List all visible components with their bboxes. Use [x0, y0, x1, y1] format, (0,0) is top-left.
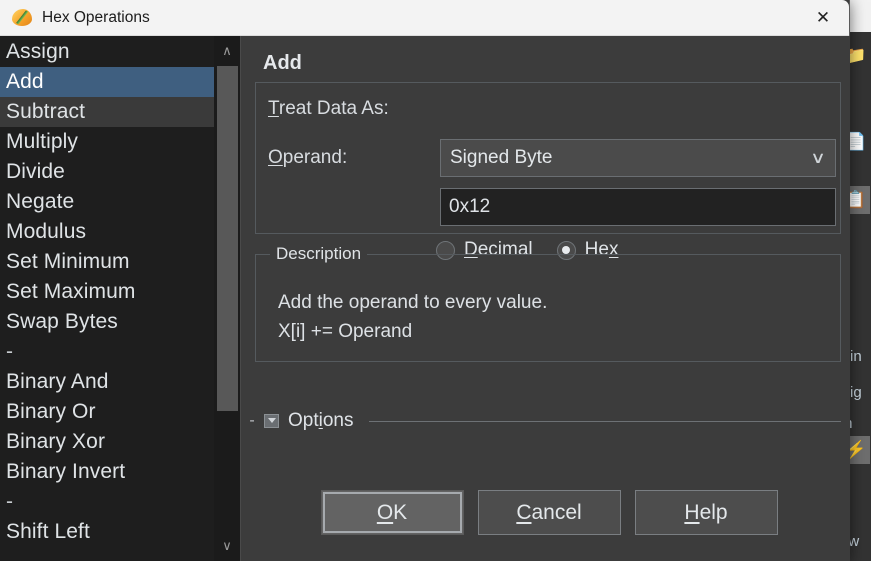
description-group: Description Add the operand to every val… [255, 244, 841, 362]
list-item-label: Modulus [6, 220, 87, 243]
operand-input[interactable] [440, 188, 836, 226]
cancel-accel: C [516, 500, 532, 524]
operations-list[interactable]: Assign Add Subtract Multiply Divide Negate Mod… [0, 36, 214, 561]
list-item[interactable]: - [0, 487, 214, 517]
list-item[interactable]: Swap Bytes [0, 307, 214, 337]
dialog-content: Assign Add Subtract Multiply Divide Negate Mod… [0, 36, 850, 561]
list-item-label: Binary Xor [6, 430, 106, 453]
options-divider [368, 420, 841, 422]
list-item-label: Binary Or [6, 400, 96, 423]
list-item[interactable]: Shift Left [0, 517, 214, 547]
treat-data-as-accel: T [268, 98, 279, 119]
operand-accel: O [268, 147, 283, 168]
list-item-label: - [6, 490, 14, 513]
list-item[interactable]: Negate [0, 187, 214, 217]
hex-operations-icon [11, 7, 33, 29]
list-item-label: Divide [6, 160, 65, 183]
list-item-label: Multiply [6, 130, 78, 153]
ok-accel: O [376, 500, 394, 524]
scrollbar-thumb[interactable] [217, 66, 238, 411]
list-item-label: Binary Invert [6, 460, 126, 483]
dialog-title: Hex Operations [42, 8, 150, 26]
list-item[interactable]: Set Maximum [0, 277, 214, 307]
options-label: Options [286, 410, 362, 432]
description-line-2: X[i] += Operand [278, 321, 413, 342]
operand-label: Operand: [268, 147, 347, 169]
options-section-header[interactable]: - Options [247, 408, 841, 434]
list-item[interactable]: Binary Or [0, 397, 214, 427]
list-item[interactable]: Add [0, 67, 214, 97]
ok-button[interactable]: OK [320, 490, 464, 535]
help-button[interactable]: Help [634, 490, 778, 535]
close-icon[interactable]: ✕ [797, 0, 849, 36]
list-item-label: Binary And [6, 370, 109, 393]
list-item[interactable]: Binary Invert [0, 457, 214, 487]
treat-data-as-label-rest: reat Data As: [278, 98, 389, 119]
page-title: Add [263, 52, 302, 74]
options-label-pre: Opt [288, 410, 319, 431]
list-item-label: Subtract [6, 100, 86, 123]
list-item-label: Set Maximum [6, 280, 136, 303]
treat-data-as-select[interactable]: Signed Byte ∨ [440, 139, 836, 177]
dialog-button-row: O K Cancel Help [241, 490, 851, 535]
collapse-minus-icon[interactable]: - [247, 412, 257, 430]
list-item-label: Negate [6, 190, 75, 213]
list-item-label: Set Minimum [6, 250, 130, 273]
scroll-down-icon[interactable]: ∨ [214, 531, 240, 561]
list-item[interactable]: Binary And [0, 367, 214, 397]
list-item-label: Shift Left [6, 520, 90, 543]
operand-label-rest: perand: [282, 147, 348, 168]
operations-list-scrollbar[interactable]: ∧ ∨ [214, 36, 240, 561]
list-item[interactable]: - [0, 337, 214, 367]
list-item-label: Swap Bytes [6, 310, 118, 333]
operations-list-pane: Assign Add Subtract Multiply Divide Negate Mod… [0, 36, 241, 561]
list-item[interactable]: Divide [0, 157, 214, 187]
operand-row: Operand: [268, 147, 347, 169]
list-item[interactable]: Subtract [0, 97, 214, 127]
list-item[interactable]: Set Minimum [0, 247, 214, 277]
treat-data-as-label: Treat Data As: [268, 98, 389, 120]
ok-label-post: K [393, 500, 408, 524]
list-item-label: Assign [6, 40, 70, 63]
list-item[interactable]: Assign [0, 37, 214, 67]
cancel-label-post: ancel [531, 500, 582, 524]
chevron-down-icon: ∨ [810, 150, 826, 167]
help-label-post: elp [699, 500, 728, 524]
list-item[interactable]: Multiply [0, 127, 214, 157]
operation-form-pane: Add Treat Data As: Operand: Signed Byte … [241, 36, 850, 561]
options-toggle-icon[interactable] [264, 414, 279, 428]
description-legend: Description [276, 244, 362, 263]
hex-operations-dialog: Hex Operations ✕ Assign Add Subtract Multip… [0, 0, 850, 561]
list-item-label: Add [6, 70, 44, 93]
description-line-1: Add the operand to every value. [278, 292, 548, 313]
treat-data-as-value: Signed Byte [450, 147, 553, 168]
list-item[interactable]: Binary Xor [0, 427, 214, 457]
list-item[interactable]: Modulus [0, 217, 214, 247]
cancel-button[interactable]: Cancel [477, 490, 621, 535]
parameters-group: Treat Data As: Operand: Signed Byte ∨ De… [255, 82, 841, 260]
options-label-post: ons [322, 410, 354, 431]
list-item-label: - [6, 340, 14, 363]
dialog-titlebar: Hex Operations ✕ [0, 0, 849, 36]
treat-data-as-row: Treat Data As: [268, 98, 389, 120]
help-accel: H [684, 500, 700, 524]
scroll-up-icon[interactable]: ∧ [214, 36, 240, 66]
